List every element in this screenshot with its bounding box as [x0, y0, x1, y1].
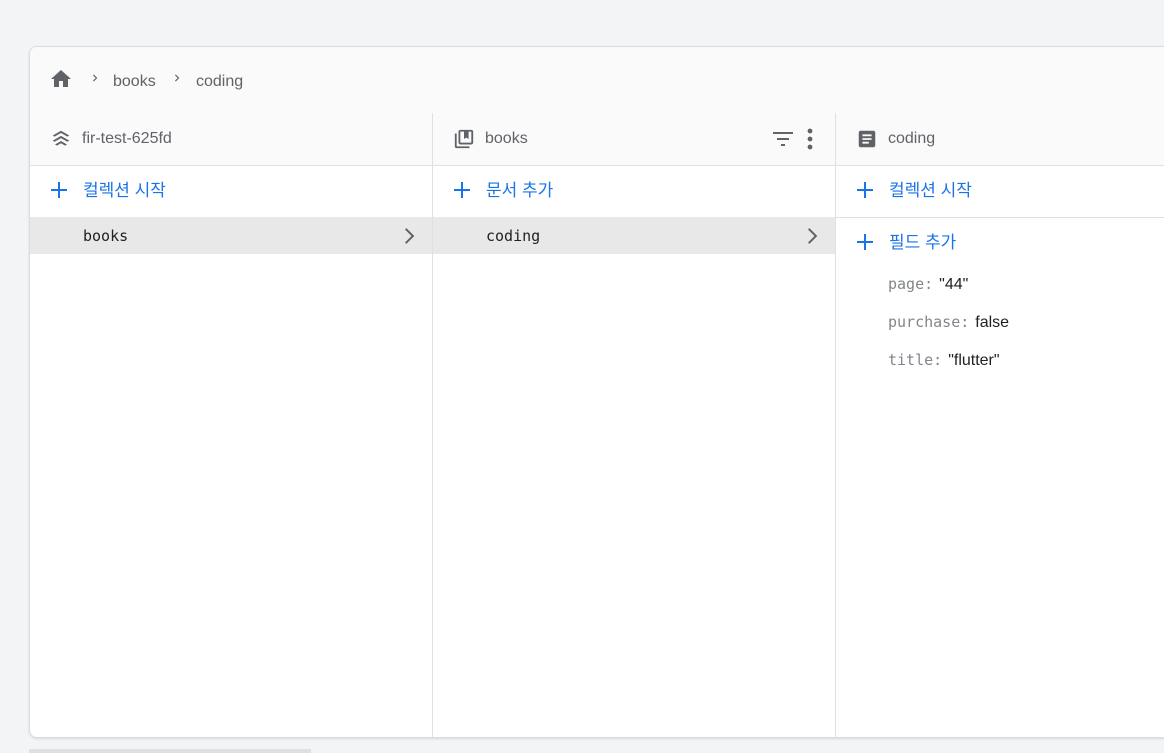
add-document-button[interactable]: 문서 추가 [433, 166, 835, 217]
document-name: coding [888, 130, 936, 147]
start-collection-label: 컬렉션 시작 [83, 181, 166, 200]
plus-icon [857, 182, 873, 198]
breadcrumb-item-coding[interactable]: coding [196, 72, 243, 92]
chevron-right-icon [405, 228, 415, 244]
field-value: "44" [939, 276, 969, 293]
field-value: "flutter" [948, 352, 1000, 369]
plus-icon [857, 234, 873, 250]
start-collection-button[interactable]: 컬렉션 시작 [30, 166, 432, 217]
document-icon [858, 130, 876, 148]
field-key: title: [888, 351, 943, 369]
collection-name: books [485, 130, 528, 147]
root-column-header: fir-test-625fd [30, 113, 432, 166]
field-key: page: [888, 275, 934, 293]
field-row[interactable]: purchase: false [888, 312, 1009, 333]
list-item-books[interactable]: books [30, 217, 432, 254]
firestore-data-panel: books coding fir-test-625fd 컬렉션 시작 books [29, 46, 1164, 738]
list-item-label: books [83, 227, 129, 245]
plus-icon [454, 182, 470, 198]
home-icon[interactable] [49, 67, 73, 91]
chevron-right-icon [175, 74, 180, 82]
add-field-label: 필드 추가 [889, 233, 957, 252]
start-collection-label: 컬렉션 시작 [889, 181, 972, 200]
add-document-label: 문서 추가 [486, 181, 554, 200]
breadcrumb-item-books[interactable]: books [113, 72, 156, 92]
collection-icon [454, 129, 474, 149]
chevron-right-icon [93, 74, 98, 82]
document-column: coding 컬렉션 시작 필드 추가 page: "44" purchase: f… [835, 113, 1164, 737]
collection-column: books 문서 추가 coding [432, 113, 835, 737]
field-row[interactable]: page: "44" [888, 274, 968, 295]
collection-column-header: books [433, 113, 835, 166]
project-name: fir-test-625fd [82, 130, 172, 147]
document-column-header: coding [836, 113, 1164, 166]
list-item-label: coding [486, 227, 541, 245]
field-value: false [975, 314, 1010, 331]
root-column: fir-test-625fd 컬렉션 시작 books [30, 113, 432, 737]
plus-icon [51, 182, 67, 198]
list-item-coding[interactable]: coding [433, 217, 835, 254]
field-row[interactable]: title: "flutter" [888, 350, 1000, 371]
add-field-button[interactable]: 필드 추가 [836, 218, 1164, 269]
breadcrumb: books coding [30, 47, 1164, 114]
filter-icon[interactable] [771, 128, 795, 150]
firestore-icon [52, 130, 70, 146]
horizontal-scrollbar[interactable] [29, 749, 311, 753]
field-key: purchase: [888, 313, 970, 331]
more-vert-icon[interactable] [805, 127, 815, 151]
start-collection-button[interactable]: 컬렉션 시작 [836, 166, 1164, 218]
chevron-right-icon [808, 228, 818, 244]
